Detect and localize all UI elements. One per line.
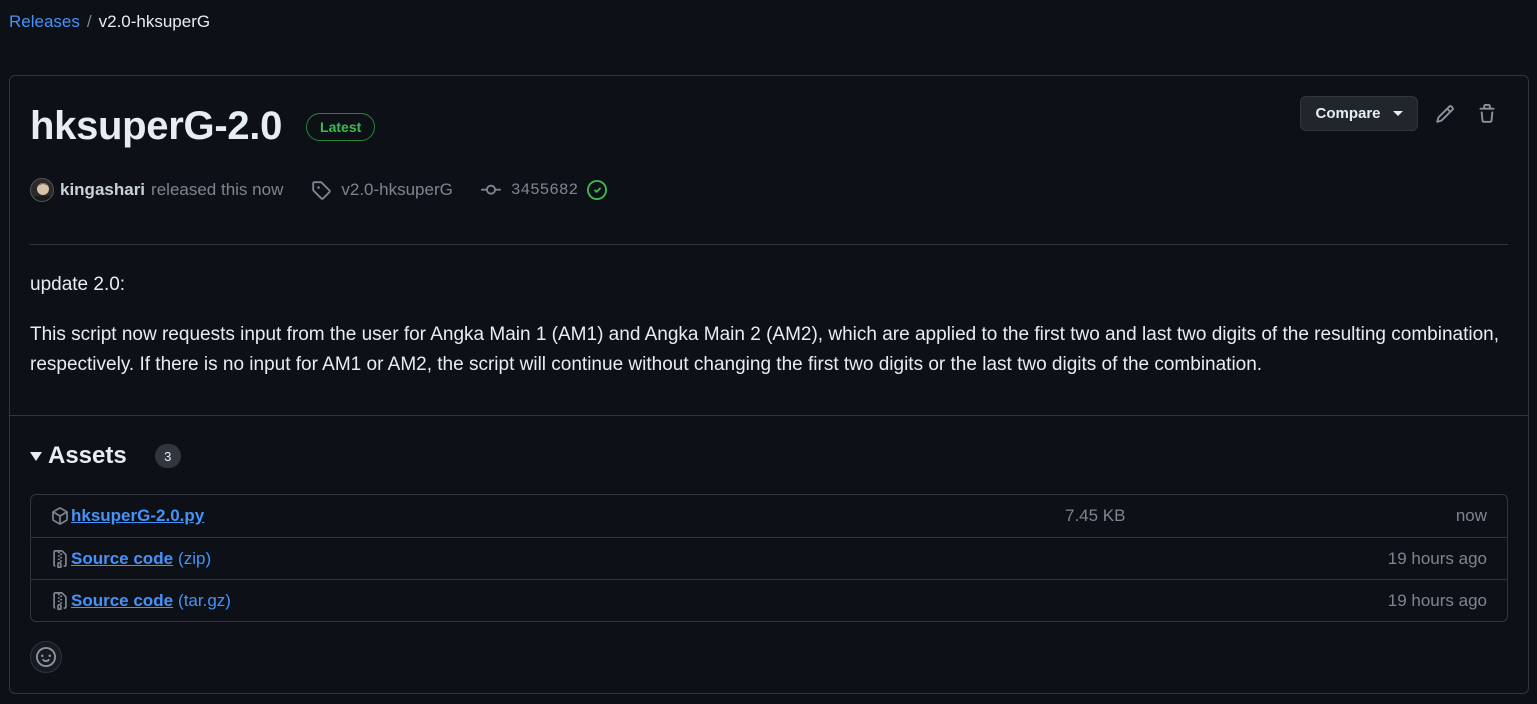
asset-size: 7.45 KB — [1065, 506, 1126, 525]
caret-down-icon — [1392, 111, 1403, 116]
file-zip-icon — [53, 591, 67, 610]
file-zip-icon — [53, 549, 67, 568]
breadcrumb: Releases / v2.0-hksuperG — [9, 12, 210, 32]
release-page: Releases / v2.0-hksuperG hksuperG-2.0 La… — [0, 0, 1537, 704]
add-reaction-button[interactable] — [30, 641, 62, 673]
header-divider — [30, 244, 1508, 245]
assets-toggle[interactable]: Assets 3 — [30, 442, 181, 470]
assets-list: hksuperG-2.0.py 7.45 KB now Source code … — [30, 494, 1508, 622]
asset-suffix[interactable]: (zip) — [178, 549, 211, 569]
check-circle-icon — [587, 180, 608, 200]
tag-icon — [312, 181, 332, 200]
tag-link[interactable]: v2.0-hksuperG — [311, 180, 453, 200]
asset-suffix[interactable]: (tar.gz) — [178, 591, 231, 611]
latest-badge: Latest — [306, 112, 376, 141]
avatar[interactable] — [30, 178, 54, 202]
release-title[interactable]: hksuperG-2.0 — [30, 104, 282, 149]
avatar-image-icon — [31, 179, 53, 201]
release-actions: Compare — [1300, 96, 1502, 131]
compare-button[interactable]: Compare — [1300, 96, 1418, 131]
breadcrumb-releases-link[interactable]: Releases — [9, 12, 80, 32]
asset-row: hksuperG-2.0.py 7.45 KB now — [31, 495, 1507, 537]
asset-link[interactable]: Source code — [71, 549, 173, 569]
verified-status[interactable] — [587, 180, 608, 200]
smiley-icon — [36, 647, 56, 667]
tag-name: v2.0-hksuperG — [341, 180, 453, 199]
delete-button[interactable] — [1472, 99, 1502, 129]
release-notes: update 2.0: This script now requests inp… — [30, 270, 1500, 400]
released-text: released this now — [151, 180, 284, 199]
trash-icon — [1479, 103, 1495, 123]
notes-paragraph: This script now requests input from the … — [30, 324, 1499, 375]
package-icon — [52, 507, 68, 525]
assets-divider — [10, 415, 1528, 416]
breadcrumb-separator: / — [86, 12, 92, 31]
author-link[interactable]: kingashari — [60, 180, 145, 200]
asset-link[interactable]: Source code — [71, 591, 173, 611]
asset-row: Source code (zip) 19 hours ago — [31, 537, 1507, 579]
asset-row: Source code (tar.gz) 19 hours ago — [31, 579, 1507, 621]
release-card: hksuperG-2.0 Latest Compare kingashari r… — [9, 75, 1529, 694]
asset-time: now — [1455, 506, 1487, 525]
triangle-down-icon — [30, 451, 42, 461]
asset-link[interactable]: hksuperG-2.0.py — [71, 506, 204, 526]
git-commit-icon — [480, 184, 501, 195]
assets-count-badge: 3 — [154, 444, 181, 468]
commit-sha: 3455682 — [510, 181, 579, 199]
asset-time: 19 hours ago — [1387, 590, 1487, 610]
release-meta: kingashari released this now v2.0-hksupe… — [30, 178, 608, 202]
release-header: hksuperG-2.0 Latest — [30, 104, 376, 149]
edit-button[interactable] — [1430, 99, 1460, 129]
breadcrumb-current: v2.0-hksuperG — [98, 12, 211, 31]
notes-heading: update 2.0: — [30, 274, 126, 295]
commit-link[interactable]: 3455682 — [480, 180, 579, 200]
assets-title: Assets — [48, 442, 127, 469]
compare-button-label: Compare — [1315, 105, 1381, 122]
pencil-icon — [1436, 104, 1454, 123]
asset-time: 19 hours ago — [1387, 548, 1487, 568]
